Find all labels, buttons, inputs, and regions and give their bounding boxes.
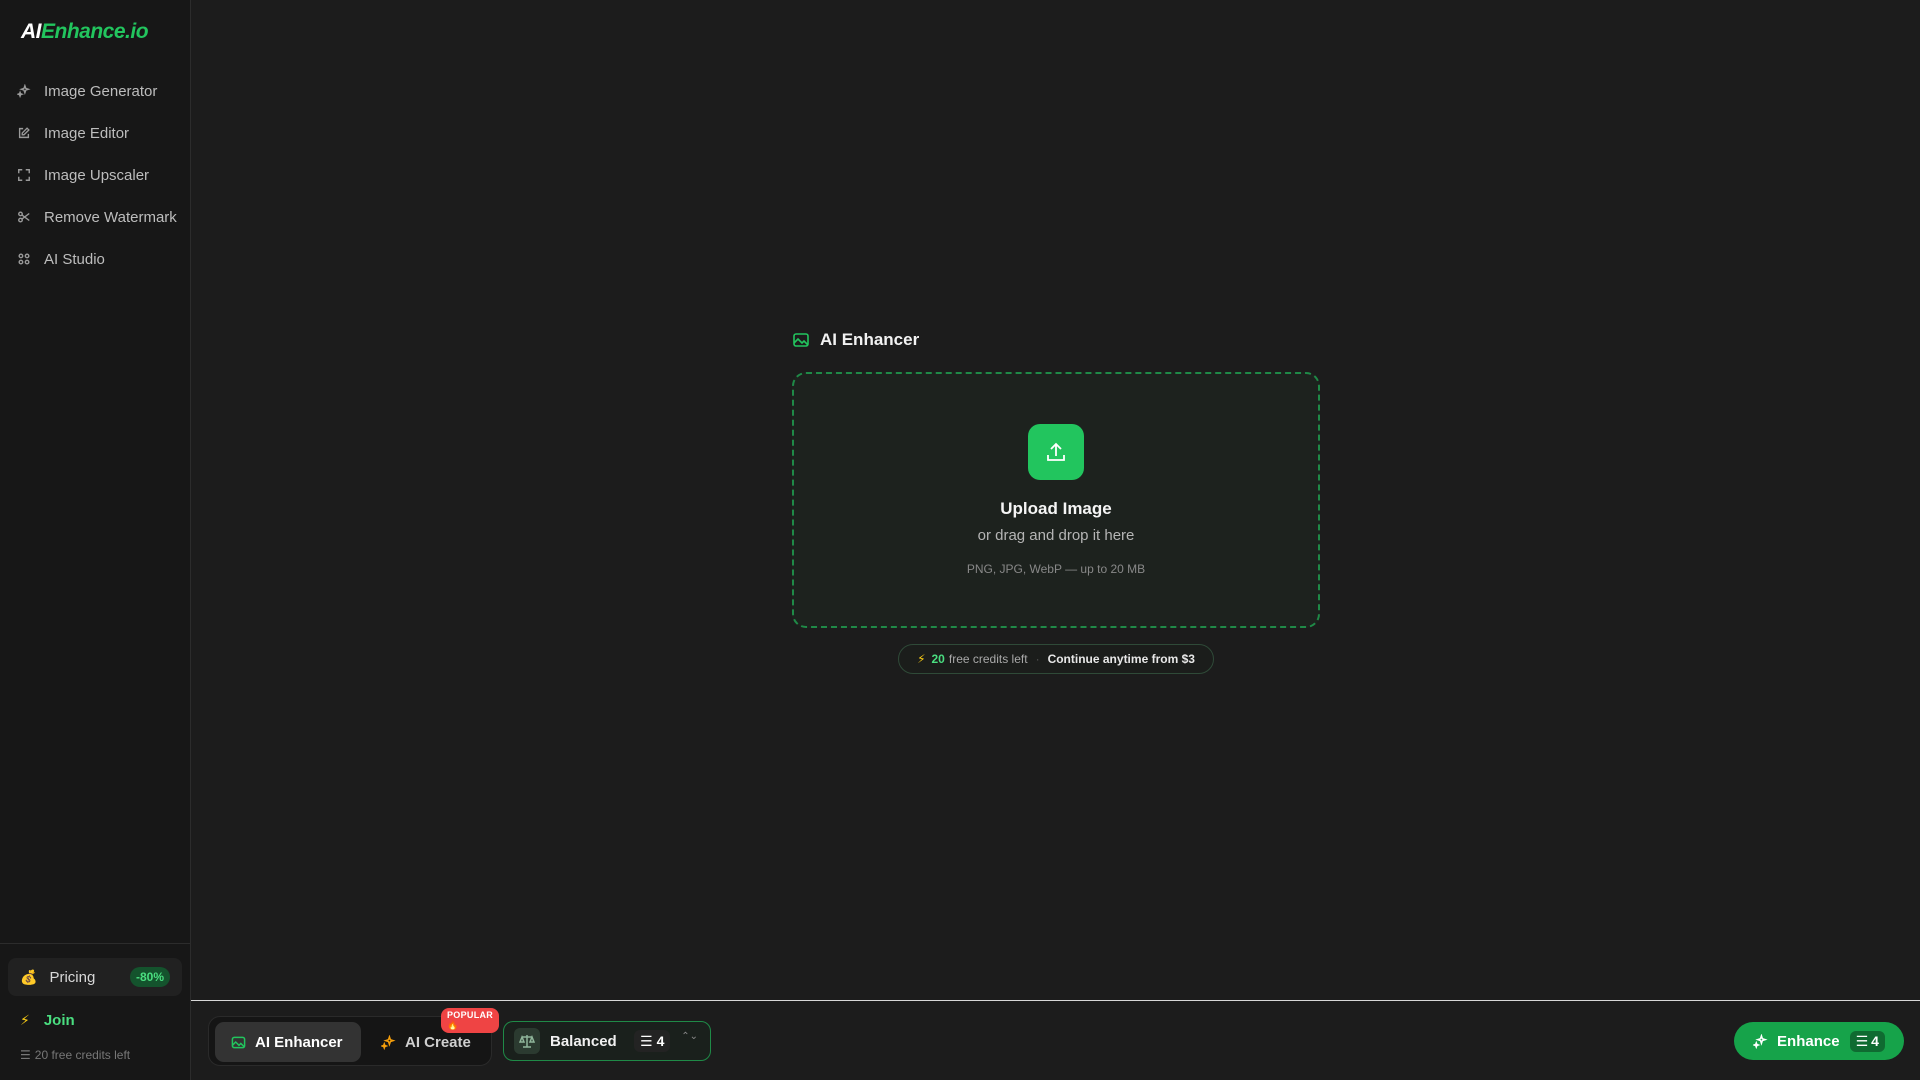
sparkles-icon <box>1753 1033 1768 1049</box>
upload-subtitle: or drag and drop it here <box>977 527 1135 544</box>
bolt-icon: ⚡ <box>20 1012 30 1028</box>
tab-ai-enhancer[interactable]: AI Enhancer <box>215 1022 361 1062</box>
credits-text: free credits left <box>948 652 1028 666</box>
credits-left: ☰ 20 free credits left <box>20 1048 130 1062</box>
sidebar-item-image-upscaler[interactable]: Image Upscaler <box>0 154 190 196</box>
upload-formats: PNG, JPG, WebP — up to 20 MB <box>966 562 1146 576</box>
money-bag-icon: 💰 <box>20 968 38 985</box>
image-icon <box>231 1036 246 1048</box>
sparkles-icon <box>16 83 32 99</box>
image-icon <box>793 333 809 347</box>
logo-ai: AI <box>21 20 42 43</box>
sidebar-item-image-editor[interactable]: Image Editor <box>0 112 190 154</box>
grid-icon <box>16 251 32 267</box>
enhance-button[interactable]: Enhance ☰ 4 <box>1734 1022 1904 1060</box>
sidebar: AIEnhance.io Image Generator Image Edito… <box>0 0 191 1080</box>
upload-title: Upload Image <box>1000 499 1112 518</box>
join-button[interactable]: ⚡ Join <box>20 1012 75 1029</box>
quality-cost-value: 4 <box>656 1033 665 1049</box>
expand-icon <box>16 167 32 183</box>
credits-icon: ☰ <box>640 1032 653 1049</box>
enhance-cost-value: 4 <box>1871 1033 1879 1049</box>
quality-cost: ☰ 4 <box>634 1030 671 1052</box>
sidebar-item-ai-studio[interactable]: AI Studio <box>0 238 190 280</box>
sidebar-item-label: Image Editor <box>44 124 130 142</box>
sidebar-item-label: AI Studio <box>44 250 105 268</box>
tab-label: AI Enhancer <box>255 1033 343 1051</box>
popular-badge: POPULAR 🔥 <box>441 1008 500 1033</box>
enhance-cost: ☰ 4 <box>1849 1030 1885 1052</box>
sidebar-item-label: Remove Watermark <box>44 208 177 226</box>
logo[interactable]: AIEnhance.io <box>21 20 149 44</box>
quality-select[interactable]: Balanced ☰ 4 ⌃⌄ <box>503 1021 711 1061</box>
scissors-icon <box>16 209 32 225</box>
sidebar-item-remove-watermark[interactable]: Remove Watermark <box>0 196 190 238</box>
tab-label: AI Create <box>405 1033 471 1051</box>
discount-badge: -80% <box>129 967 170 987</box>
upload-dropzone[interactable]: Upload Image or drag and drop it here PN… <box>792 372 1320 628</box>
credits-icon: ☰ <box>1855 1032 1869 1049</box>
credits-count: 20 <box>931 652 945 666</box>
bottom-toolbar: AI Enhancer AI Create POPULAR 🔥 Balanced… <box>191 1000 1920 1080</box>
page-title-text: AI Enhancer <box>820 330 920 349</box>
sidebar-item-label: Image Upscaler <box>44 166 150 184</box>
chevron-up-down-icon: ⌃⌄ <box>681 1031 698 1042</box>
sidebar-item-label: Image Generator <box>44 82 158 100</box>
continue-link[interactable]: Continue anytime from $3 <box>1048 652 1195 666</box>
credits-icon: ☰ <box>20 1048 31 1062</box>
sparkles-icon <box>381 1034 396 1050</box>
credits-pill: ⚡ 20 free credits left · Continue anytim… <box>898 644 1214 674</box>
bolt-icon: ⚡ <box>917 652 926 666</box>
scale-icon <box>514 1028 540 1054</box>
sidebar-nav: Image Generator Image Editor Image Upsca… <box>0 70 190 280</box>
credits-left-text: 20 free credits left <box>34 1048 131 1062</box>
join-label: Join <box>43 1012 75 1029</box>
sidebar-item-image-generator[interactable]: Image Generator <box>0 70 190 112</box>
pricing-label: Pricing <box>49 968 96 986</box>
enhance-label: Enhance <box>1777 1032 1840 1050</box>
mode-switcher: AI Enhancer AI Create POPULAR 🔥 <box>208 1008 500 1066</box>
upload-icon[interactable] <box>1028 424 1084 480</box>
edit-icon <box>16 125 32 141</box>
logo-rest: Enhance.io <box>41 20 149 43</box>
page-title: AI Enhancer <box>792 330 919 350</box>
separator: · <box>1035 652 1040 666</box>
quality-label: Balanced <box>550 1032 617 1050</box>
sidebar-footer: 💰 Pricing -80% ⚡ Join ☰ 20 free credits … <box>0 943 190 1080</box>
pricing-button[interactable]: 💰 Pricing -80% <box>8 958 182 996</box>
